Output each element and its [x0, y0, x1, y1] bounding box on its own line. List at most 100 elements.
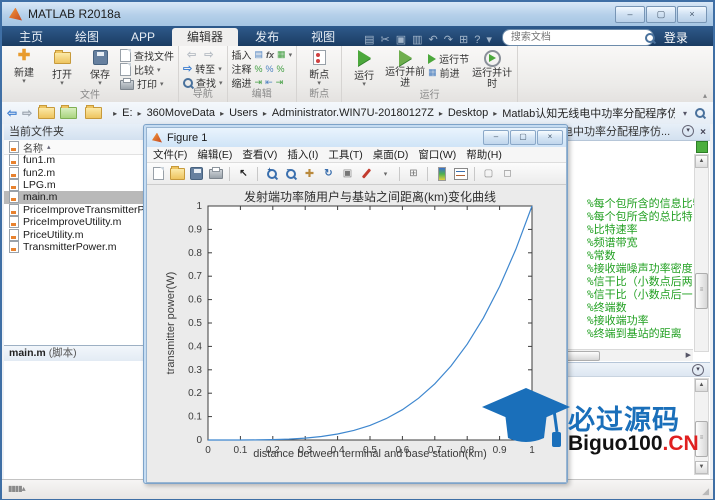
dock-figure-icon[interactable]: ▢	[481, 166, 496, 181]
figure-titlebar[interactable]: Figure 1 – ▢ ×	[147, 128, 566, 147]
new-button[interactable]: ✚ 新建 ▾	[6, 48, 42, 86]
brush-icon[interactable]	[359, 166, 374, 181]
tab-2[interactable]: APP	[116, 28, 170, 46]
forward-nav-icon[interactable]: ⇨	[22, 106, 32, 120]
compare-button[interactable]: 比较 ▾	[120, 63, 174, 77]
figure-menu-5[interactable]: 桌面(D)	[373, 147, 409, 162]
tab-1[interactable]: 绘图	[60, 28, 114, 46]
rotate-3d-icon[interactable]: ↻	[321, 166, 336, 181]
find-button[interactable]: 查找 ▾	[183, 76, 223, 90]
up-folder-icon[interactable]	[38, 105, 56, 119]
file-row[interactable]: PriceImproveUtility.m	[4, 216, 154, 229]
figure-menu-7[interactable]: 帮助(H)	[466, 147, 502, 162]
brush-dropdown-icon[interactable]: ▾	[378, 166, 393, 181]
breadcrumb-item[interactable]: Administrator.WIN7U-20180127Z	[272, 107, 434, 119]
breadcrumb-item[interactable]: 360MoveData	[147, 107, 216, 119]
figure-menu-0[interactable]: 文件(F)	[153, 147, 187, 162]
pointer-icon[interactable]: ↖	[236, 166, 251, 181]
breadcrumb-item[interactable]: Users	[229, 107, 258, 119]
goto-button[interactable]: ⇨ 转至 ▾	[183, 62, 222, 76]
figure-menu-3[interactable]: 插入(I)	[287, 147, 318, 162]
copy-icon[interactable]: ▣	[396, 33, 406, 46]
open-button[interactable]: 打开 ▾	[44, 48, 80, 87]
advance-button[interactable]: ▦ 前进	[428, 66, 469, 80]
community-icon[interactable]: ⊞	[459, 33, 468, 46]
print-figure-icon[interactable]	[208, 166, 223, 181]
minimize-button[interactable]: –	[615, 5, 645, 23]
comment-button[interactable]: 注释 % % %	[232, 62, 285, 77]
dropdown-icon[interactable]: ▾	[486, 33, 492, 46]
ribbon-collapse-icon[interactable]: ▴	[703, 91, 707, 100]
file-row[interactable]: fun2.m	[4, 166, 154, 179]
back-icon[interactable]: ⇦	[187, 48, 196, 61]
minimized-strip-icon[interactable]: ▮▮▮▮▴	[8, 484, 26, 493]
figure-maximize-button[interactable]: ▢	[510, 130, 536, 145]
tab-4[interactable]: 发布	[240, 28, 294, 46]
new-figure-icon[interactable]	[151, 166, 166, 181]
search-input[interactable]	[508, 31, 645, 44]
titlebar[interactable]: MATLAB R2018a – ▢ ×	[2, 2, 713, 27]
run-section-button[interactable]: 运行节	[428, 52, 469, 66]
lower-panel-menu-icon[interactable]: ▾	[692, 364, 704, 376]
tab-0[interactable]: 主页	[4, 28, 58, 46]
undock-figure-icon[interactable]: ◻	[500, 166, 515, 181]
breakpoints-button[interactable]: 断点 ▾	[301, 48, 337, 87]
insert-legend-icon[interactable]	[453, 166, 468, 181]
run-advance-button[interactable]: 运行并前进	[384, 48, 426, 89]
data-cursor-icon[interactable]: ▣	[340, 166, 355, 181]
scroll-right-icon[interactable]: ▶	[686, 351, 691, 359]
file-row[interactable]: PriceUtility.m	[4, 228, 154, 241]
zoom-in-icon[interactable]: +	[264, 166, 279, 181]
run-time-button[interactable]: 运行并计时	[471, 48, 513, 90]
scroll-up-icon[interactable]: ▲	[695, 155, 708, 168]
back-nav-icon[interactable]: ⇦	[7, 106, 17, 120]
address-search-icon[interactable]	[695, 108, 705, 118]
help-icon[interactable]: ?	[474, 34, 480, 46]
browse-folder-icon[interactable]	[60, 105, 78, 119]
file-row[interactable]: TransmitterPower.m	[4, 240, 154, 253]
signin-button[interactable]: 登录	[664, 29, 688, 46]
breadcrumb-item[interactable]: E:	[122, 107, 132, 119]
paste-icon[interactable]: ▥	[412, 33, 422, 46]
undo-icon[interactable]: ↶	[429, 33, 438, 46]
breadcrumb-item[interactable]: Matlab认知无线电中功率分配程序仿真	[502, 105, 675, 121]
run-button[interactable]: 运行 ▾	[346, 48, 382, 88]
figure-close-button[interactable]: ×	[537, 130, 563, 145]
tab-3[interactable]: 编辑器	[172, 28, 239, 46]
link-plots-icon[interactable]: ⊞	[406, 166, 421, 181]
resize-grip-icon[interactable]: ◢	[702, 486, 709, 497]
figure-menu-4[interactable]: 工具(T)	[328, 147, 362, 162]
code-analyzer-indicator[interactable]	[696, 141, 708, 153]
search-icon[interactable]	[644, 32, 655, 43]
forward-icon[interactable]: ⇨	[204, 48, 213, 61]
indent-button[interactable]: 缩进 ⇥ ⇤ ⇥	[232, 76, 284, 90]
insert-button[interactable]: 插入 ▤ fx ▦ ▾	[232, 48, 293, 62]
pan-icon[interactable]: ✚	[302, 166, 317, 181]
insert-colorbar-icon[interactable]	[434, 166, 449, 181]
save-button[interactable]: 保存 ▾	[82, 48, 118, 87]
figure-menu-6[interactable]: 窗口(W)	[418, 147, 456, 162]
file-row[interactable]: main.m	[4, 191, 154, 204]
doc-search-box[interactable]	[501, 29, 655, 46]
close-button[interactable]: ×	[677, 5, 707, 23]
maximize-button[interactable]: ▢	[646, 5, 676, 23]
open-file-icon[interactable]	[170, 165, 185, 181]
print-button[interactable]: 打印 ▾	[120, 77, 174, 91]
redo-icon[interactable]: ↷	[444, 33, 453, 46]
name-column-header[interactable]: 名称 ▴	[4, 140, 154, 155]
save-figure-icon[interactable]	[189, 166, 204, 181]
find-files-button[interactable]: 查找文件	[120, 49, 174, 63]
editor-close-icon[interactable]: ×	[700, 125, 706, 141]
editor-dock-icon[interactable]: ▾	[682, 125, 695, 137]
tab-5[interactable]: 视图	[296, 28, 350, 46]
current-folder-title[interactable]: 当前文件夹	[4, 124, 154, 141]
file-row[interactable]: LPG.m	[4, 178, 154, 191]
file-row[interactable]: PriceImproveTransmitterPower.m	[4, 203, 154, 216]
editor-vscroll-thumb[interactable]: ≡	[695, 273, 708, 309]
figure-minimize-button[interactable]: –	[483, 130, 509, 145]
save-icon[interactable]: ▤	[364, 33, 374, 46]
editor-vscrollbar[interactable]: ▲ ≡	[694, 154, 709, 352]
cut-icon[interactable]: ✂	[381, 33, 390, 46]
breadcrumb-item[interactable]: Desktop	[448, 107, 488, 119]
figure-menu-1[interactable]: 编辑(E)	[197, 147, 232, 162]
